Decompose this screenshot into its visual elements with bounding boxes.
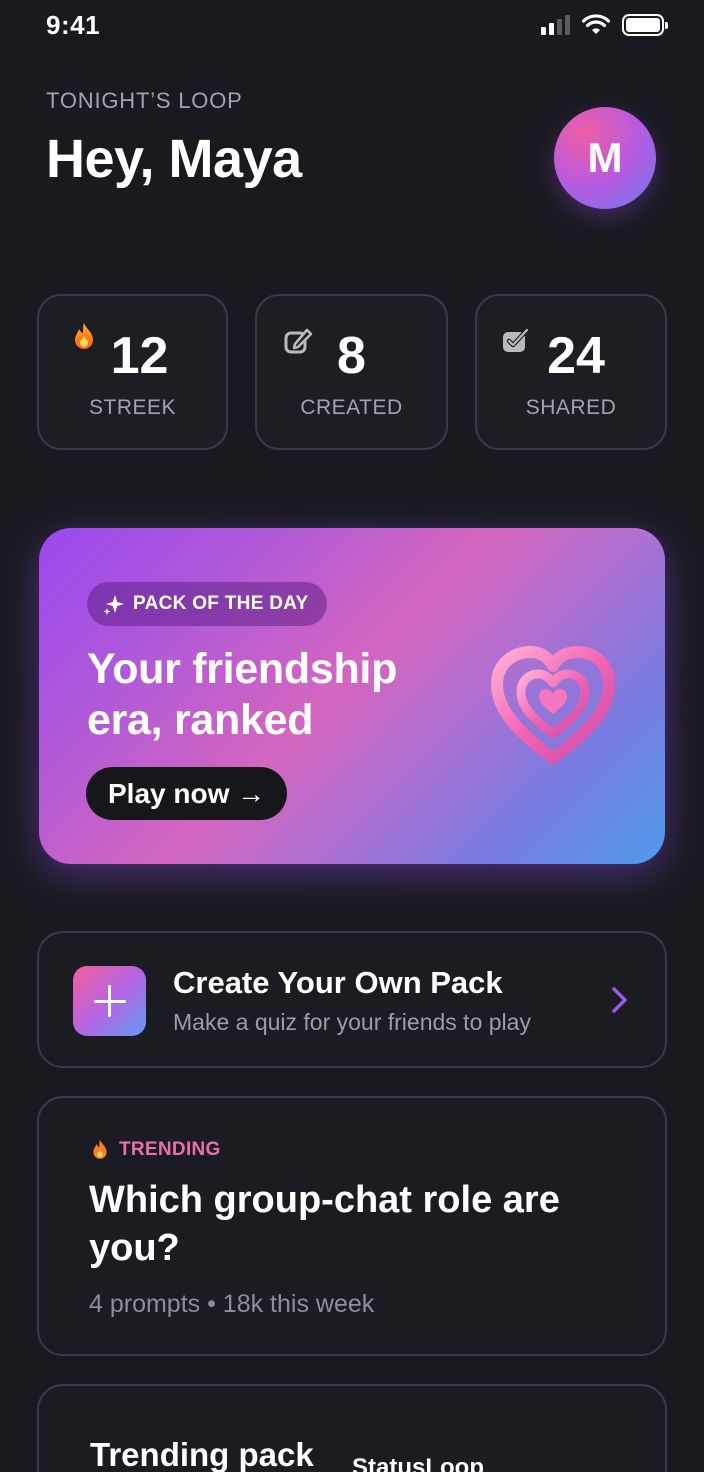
- section-eyebrow: TONIGHT’S LOOP: [46, 88, 243, 113]
- stat-card-created[interactable]: 8 CREATED: [255, 294, 448, 450]
- signal-icon: [541, 15, 570, 35]
- battery-icon: [622, 14, 668, 36]
- bottom-card-title: Trending pack: [90, 1436, 314, 1472]
- stat-card-shared[interactable]: 24 SHARED: [475, 294, 667, 450]
- stat-card-streak[interactable]: 12 STREEK: [37, 294, 228, 450]
- stat-label: STREEK: [88, 396, 177, 419]
- trending-pack-card[interactable]: TRENDING Which group-chat role are you? …: [37, 1096, 667, 1356]
- stat-value: 24: [547, 327, 605, 385]
- create-pack-card[interactable]: Create Your Own Pack Make a quiz for you…: [37, 931, 667, 1068]
- play-now-button[interactable]: Play now →: [86, 767, 288, 820]
- sparkle-icon: [103, 595, 124, 615]
- stat-label: CREATED: [300, 396, 403, 419]
- pack-of-the-day-card[interactable]: PACK OF THE DAY Your friendship era, ran…: [39, 528, 665, 864]
- create-pack-title: Create Your Own Pack: [173, 965, 503, 1000]
- greeting-title: Hey, Maya: [46, 129, 302, 189]
- wifi-icon: [582, 14, 610, 34]
- flame-icon: [93, 1139, 107, 1159]
- trending-pack-preview-card[interactable]: Trending pack StatusLoop: [37, 1384, 667, 1472]
- avatar[interactable]: M: [554, 107, 656, 209]
- plus-icon: [73, 966, 146, 1036]
- trending-title: Which group-chat role are you?: [89, 1179, 560, 1269]
- trending-tag: TRENDING: [89, 1138, 221, 1162]
- trending-meta: 4 prompts • 18k this week: [89, 1290, 375, 1318]
- heart-icon: [491, 646, 615, 764]
- status-icons: [541, 14, 668, 36]
- stat-value: 12: [110, 327, 169, 385]
- stat-label: SHARED: [525, 396, 617, 419]
- trending-label: TRENDING: [119, 1139, 221, 1160]
- bottom-card-label: StatusLoop: [352, 1454, 484, 1472]
- hero-title: Your friendship era, ranked: [87, 645, 398, 744]
- create-pack-subtitle: Make a quiz for your friends to play: [173, 1009, 531, 1035]
- stat-value: 8: [337, 327, 366, 385]
- badge-label: PACK OF THE DAY: [133, 593, 309, 614]
- status-time: 9:41: [46, 10, 101, 40]
- pack-of-the-day-badge: PACK OF THE DAY: [87, 582, 327, 626]
- chevron-right-icon: [612, 987, 627, 1013]
- home-screen: 9:41 TONIGHT’S LOOP Hey, Maya M 12 STREE…: [0, 0, 704, 1472]
